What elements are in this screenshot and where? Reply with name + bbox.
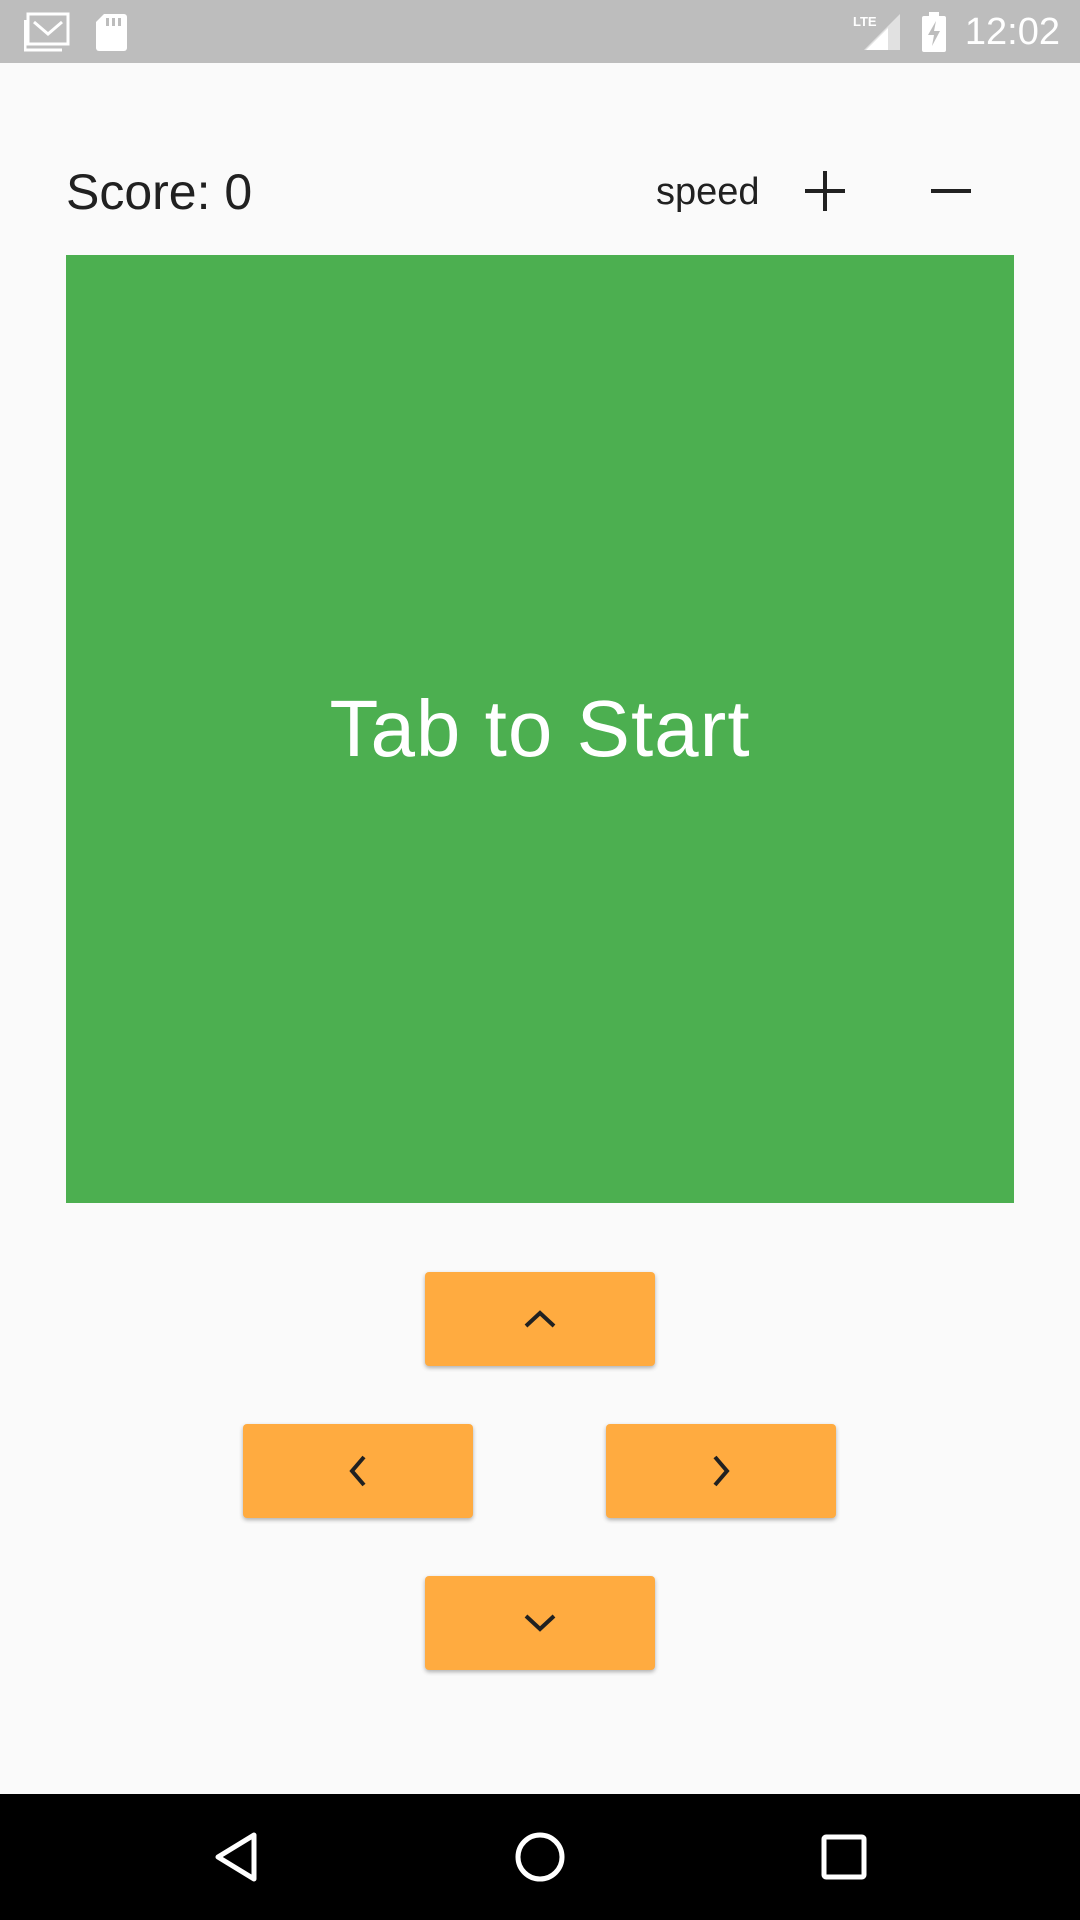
- up-button[interactable]: [425, 1272, 655, 1366]
- status-bar: LTE 12:02: [0, 0, 1080, 63]
- recents-button[interactable]: [804, 1817, 884, 1897]
- chevron-right-icon: [713, 1455, 730, 1487]
- sd-card-icon: [96, 14, 127, 51]
- gmail-icon: [24, 12, 70, 52]
- start-message: Tab to Start: [329, 684, 751, 773]
- navigation-bar: [0, 1794, 1080, 1920]
- minus-icon: [931, 189, 971, 193]
- chevron-left-icon: [349, 1455, 366, 1487]
- speed-label: speed: [656, 171, 760, 213]
- score-label: Score: 0: [66, 164, 253, 220]
- game-board[interactable]: Tab to Start: [66, 255, 1014, 1203]
- recents-icon: [821, 1834, 867, 1880]
- speed-decrease-button[interactable]: [906, 146, 996, 236]
- home-icon: [515, 1832, 565, 1882]
- right-button[interactable]: [606, 1424, 836, 1518]
- battery-charging-icon: [922, 12, 946, 52]
- app-screen: LTE 12:02 Score: 0 speed Tab to Start: [0, 0, 1080, 1920]
- down-button[interactable]: [425, 1576, 655, 1670]
- plus-icon: [805, 171, 845, 211]
- chevron-up-icon: [524, 1310, 556, 1328]
- status-time: 12:02: [964, 11, 1060, 53]
- lte-label: LTE: [853, 14, 877, 29]
- back-icon: [215, 1832, 257, 1882]
- left-button[interactable]: [243, 1424, 473, 1518]
- lte-signal-icon: LTE: [853, 14, 900, 50]
- back-button[interactable]: [196, 1817, 276, 1897]
- speed-increase-button[interactable]: [780, 146, 870, 236]
- home-button[interactable]: [500, 1817, 580, 1897]
- chevron-down-icon: [524, 1614, 556, 1632]
